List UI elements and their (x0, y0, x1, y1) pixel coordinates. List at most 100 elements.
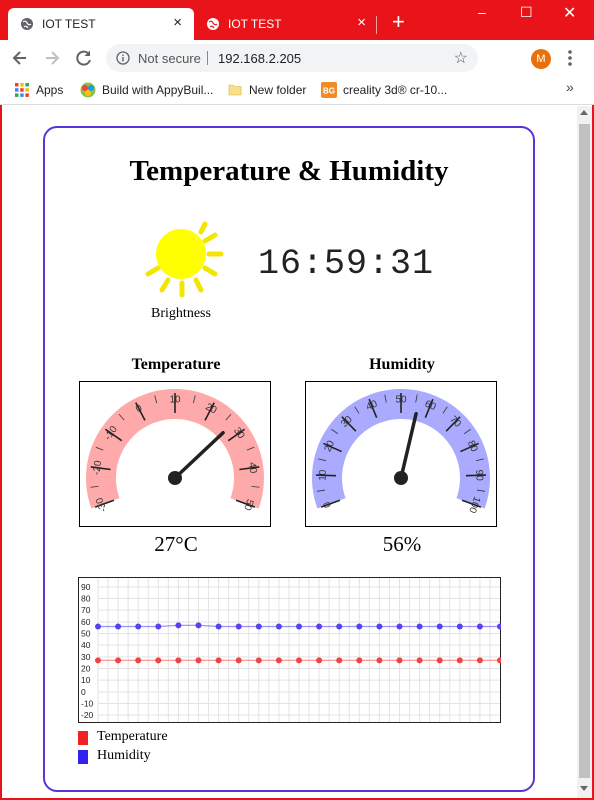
tab-iot-test-active[interactable]: IOT TEST × (8, 8, 194, 40)
humidity-gauge-tick-label: 10 (317, 469, 328, 481)
humidity-data-point (155, 623, 162, 630)
bookmark-label: Apps (36, 83, 64, 97)
maximize-button[interactable]: ☐ (520, 4, 533, 21)
humidity-data-point (396, 623, 403, 630)
scroll-up-arrow-icon[interactable] (580, 110, 588, 115)
humidity-gauge-tick-label: 90 (473, 470, 484, 482)
legend-swatch-temperature (78, 731, 88, 745)
back-arrow-icon[interactable] (10, 48, 30, 68)
temperature-data-point (175, 657, 182, 664)
address-divider (207, 51, 208, 65)
bg-icon: BG (321, 82, 337, 98)
tab-close-button[interactable]: × (173, 14, 182, 31)
temperature-data-point (115, 657, 122, 664)
tab-iot-test[interactable]: IOT TEST × (194, 8, 376, 40)
temperature-data-point (336, 657, 343, 664)
temperature-data-point (296, 657, 302, 664)
humidity-data-point (195, 622, 202, 629)
minimize-button[interactable]: – (478, 4, 486, 20)
vertical-scrollbar[interactable] (577, 106, 592, 798)
humidity-data-point (115, 623, 122, 630)
tab-divider (376, 16, 377, 34)
more-menu-icon[interactable] (567, 48, 573, 68)
temperature-data-point (255, 657, 262, 664)
apps-grid-icon (15, 83, 29, 97)
temperature-gauge-hub (168, 471, 182, 485)
temperature-data-point (316, 657, 323, 664)
humidity-data-point (135, 623, 142, 630)
chart-y-tick-label: 50 (81, 629, 91, 639)
address-bar[interactable]: Not secure 192.168.2.205 ☆ (106, 44, 478, 72)
temperature-data-point (95, 657, 101, 664)
legend-swatch-humidity (78, 750, 88, 764)
temperature-data-point (436, 657, 443, 664)
info-icon[interactable] (116, 51, 130, 65)
scroll-down-arrow-icon[interactable] (580, 786, 588, 791)
bookmarks-bar: Apps Build with AppyBuil... New folder B… (0, 76, 594, 105)
humidity-gauge-hub (394, 471, 408, 485)
bookmark-label: Build with AppyBuil... (102, 83, 214, 97)
bookmark-label: creality 3d® cr-10... (343, 83, 448, 97)
page-title: Temperature & Humidity (129, 155, 449, 187)
temperature-data-point (376, 657, 383, 664)
legend-label: Temperature (97, 729, 168, 744)
scrollbar-thumb[interactable] (579, 124, 590, 778)
globe-icon (207, 18, 219, 30)
temperature-data-point (356, 657, 363, 664)
humidity-data-point (436, 623, 443, 630)
humidity-data-point (175, 622, 182, 629)
chart-y-tick-label: 20 (81, 664, 91, 674)
chart-y-tick-label: 60 (81, 617, 91, 627)
browser-toolbar: Not secure 192.168.2.205 ☆ (0, 40, 594, 107)
chart-y-tick-label: 90 (81, 582, 91, 592)
temperature-data-point (135, 657, 142, 664)
chart-y-tick-label: 70 (81, 605, 91, 615)
globe-icon (21, 18, 33, 30)
chart-y-tick-label: 40 (81, 640, 91, 650)
profile-avatar[interactable]: M (531, 49, 551, 69)
brightness-label: Brightness (151, 306, 211, 321)
temperature-data-point (396, 657, 403, 664)
chart-y-tick-label: 30 (81, 652, 91, 662)
humidity-data-point (255, 623, 262, 630)
humidity-data-point (235, 623, 242, 630)
tab-title: IOT TEST (42, 17, 96, 31)
humidity-data-point (275, 623, 282, 630)
temperature-gauge-tick-label: -20 (91, 460, 104, 476)
new-tab-button[interactable]: + (392, 11, 405, 33)
humidity-data-point (296, 623, 302, 630)
temperature-gauge-tick-label: 40 (246, 462, 258, 475)
clock-display: 16:59:31 (258, 244, 435, 284)
close-window-button[interactable]: ✕ (563, 3, 576, 23)
temperature-data-point (195, 657, 202, 664)
tab-close-button[interactable]: × (357, 14, 366, 31)
humidity-gauge-tick-label: 50 (395, 395, 407, 406)
url-text[interactable]: 192.168.2.205 (218, 51, 301, 66)
chart-y-tick-label: -10 (81, 699, 94, 709)
tab-title: IOT TEST (228, 17, 282, 31)
bookmarks-overflow-button[interactable]: » (566, 79, 574, 95)
reload-icon[interactable] (74, 48, 94, 68)
chart-y-tick-label: -20 (81, 710, 94, 720)
temperature-data-point (416, 657, 423, 664)
sun-brightness-icon (145, 221, 224, 298)
temperature-title: Temperature (131, 356, 221, 373)
temperature-data-point (235, 657, 242, 664)
history-line-chart: 90 8070 60 5040 30 2010 0 -10-20 (78, 577, 501, 723)
forward-arrow-icon[interactable] (42, 48, 62, 68)
humidity-data-point (456, 623, 463, 630)
chart-frame (78, 577, 501, 723)
security-status: Not secure (138, 51, 201, 66)
svg-text:BG: BG (323, 87, 335, 96)
humidity-data-point (356, 623, 363, 630)
chart-y-tick-label: 0 (81, 687, 86, 697)
browser-titlebar: IOT TEST × IOT TEST × + – ☐ ✕ (0, 0, 594, 40)
temperature-data-point (275, 657, 282, 664)
folder-icon (228, 84, 242, 96)
bookmark-star-icon[interactable]: ☆ (454, 48, 468, 68)
humidity-data-point (476, 623, 483, 630)
humidity-value: 56% (382, 532, 422, 556)
appybuilder-icon (80, 82, 96, 98)
legend-label: Humidity (97, 748, 151, 763)
chart-y-tick-label: 10 (81, 675, 91, 685)
